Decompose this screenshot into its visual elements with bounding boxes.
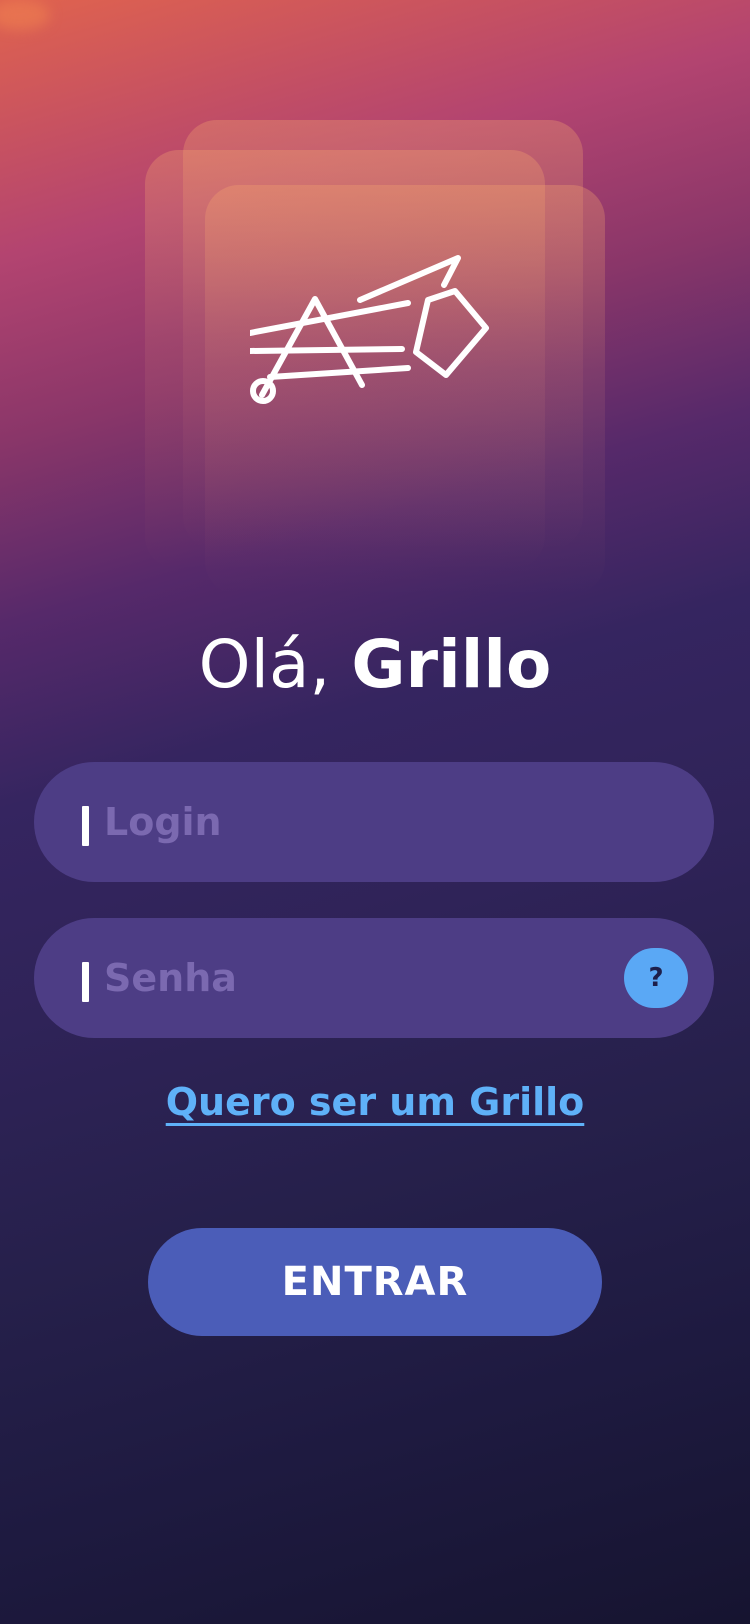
text-caret [82,806,89,846]
signup-link-container: Quero ser um Grillo [0,1076,750,1128]
background-glow [0,0,50,30]
signup-link[interactable]: Quero ser um Grillo [166,1080,585,1124]
greeting-name: Grillo [351,626,552,703]
login-field[interactable] [34,762,714,882]
password-help-button[interactable]: ? [624,948,688,1008]
grillo-cricket-logo-icon [250,255,489,404]
password-input[interactable] [104,918,624,1038]
password-field[interactable]: ? [34,918,714,1038]
enter-button[interactable]: ENTRAR [148,1228,602,1336]
greeting-prefix: Olá, [198,626,331,703]
login-screen: Olá, Grillo ? Quero ser um Grillo ENTRAR [0,0,750,1624]
greeting-title: Olá, Grillo [0,625,750,705]
text-caret [82,962,89,1002]
login-input[interactable] [104,762,624,882]
